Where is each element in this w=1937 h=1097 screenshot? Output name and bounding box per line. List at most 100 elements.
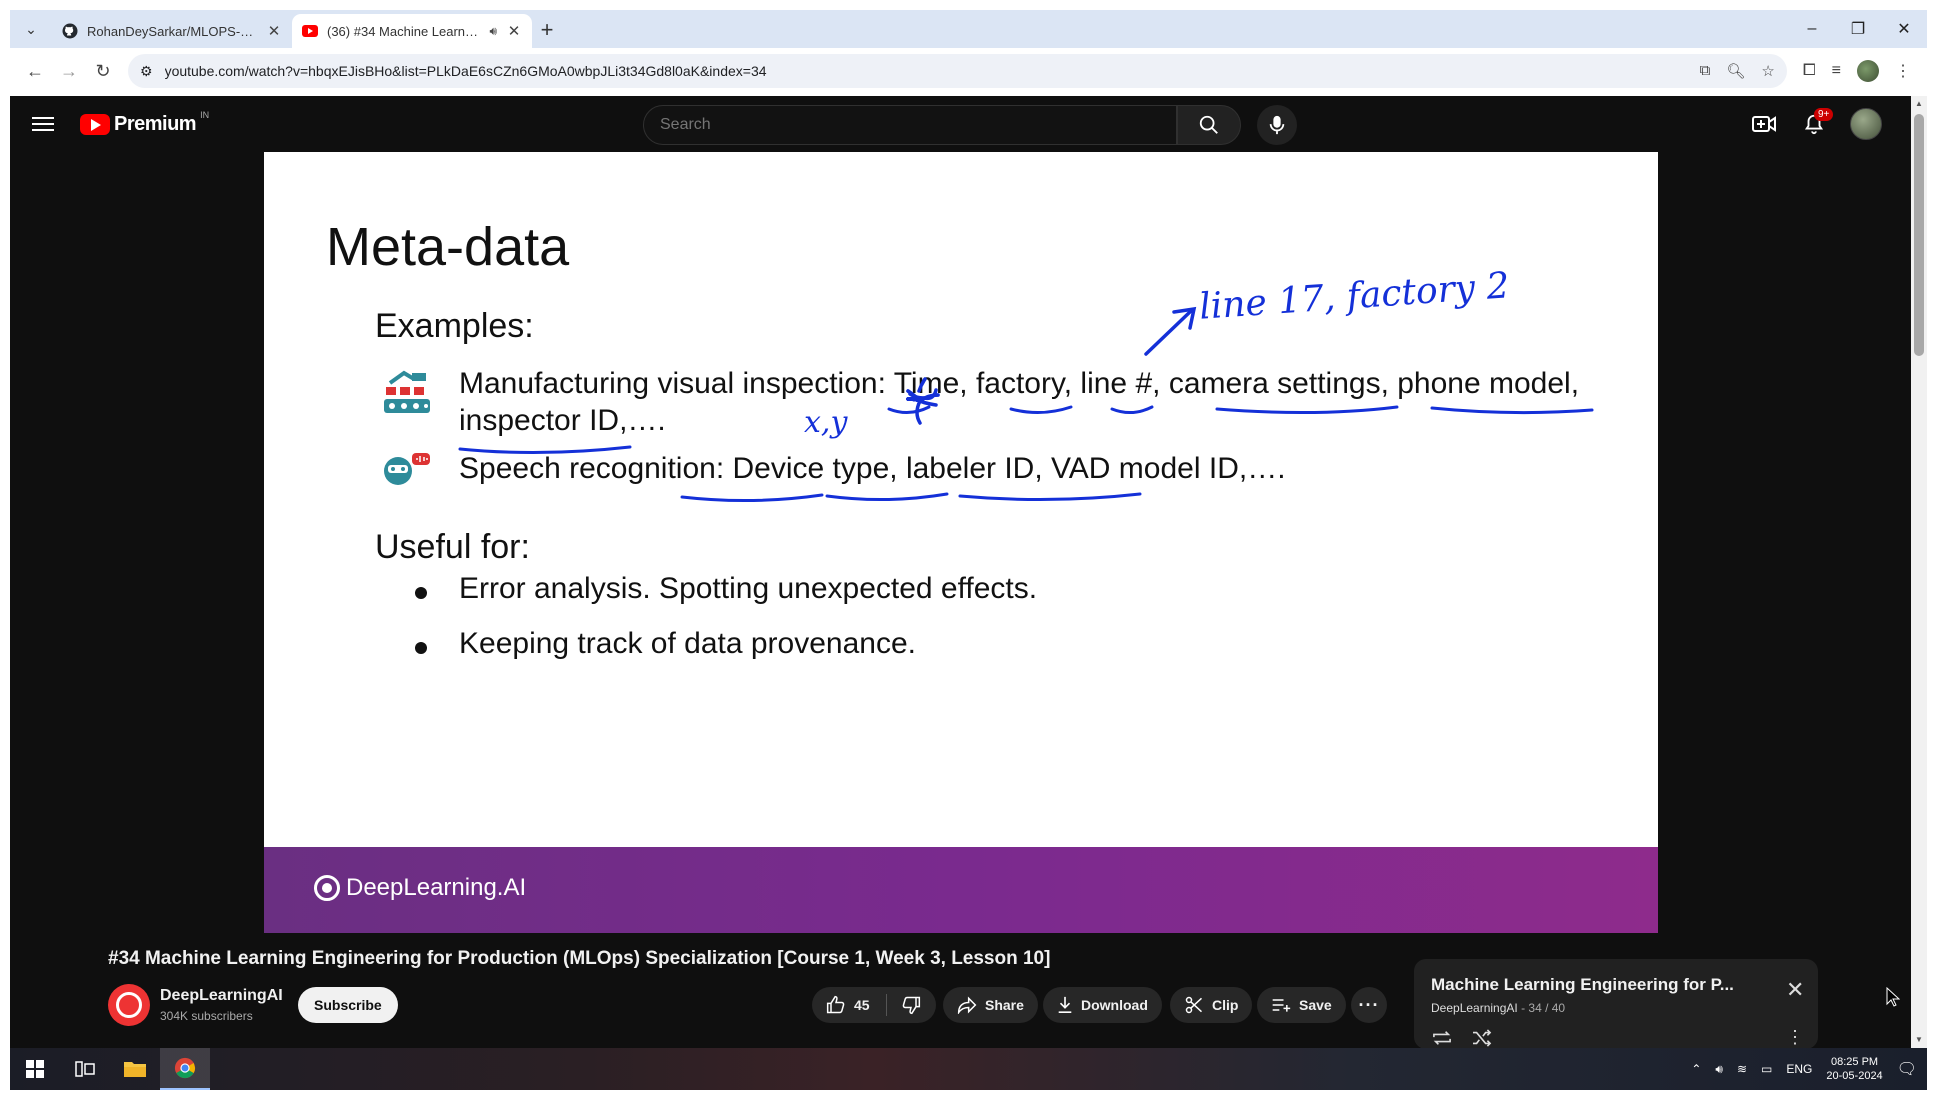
voice-search-button[interactable] <box>1257 105 1297 145</box>
more-actions-button[interactable]: ··· <box>1351 987 1387 1023</box>
ink-stroke <box>915 399 922 425</box>
thumbs-down-icon[interactable] <box>901 995 921 1015</box>
underline-factory <box>1009 405 1073 414</box>
tab-youtube[interactable]: (36) #34 Machine Learning 🔊︎ ✕ <box>292 14 532 48</box>
minimize-icon[interactable]: – <box>1789 20 1835 38</box>
download-label: Download <box>1081 997 1148 1013</box>
youtube-icon <box>302 23 318 39</box>
subscribe-button[interactable]: Subscribe <box>298 987 398 1023</box>
create-button[interactable] <box>1750 110 1778 138</box>
wifi-icon[interactable]: ≋ <box>1737 1062 1747 1076</box>
account-avatar[interactable] <box>1850 108 1882 140</box>
back-button[interactable]: ← <box>18 54 52 88</box>
deeplearning-ai-mark-icon <box>314 875 340 901</box>
bookmark-star-icon[interactable]: ☆ <box>1761 62 1774 80</box>
battery-icon[interactable]: ▭ <box>1761 1062 1772 1076</box>
bullet-item: Error analysis. Spotting unexpected effe… <box>459 572 1038 605</box>
chrome-taskbar-button[interactable] <box>160 1048 210 1090</box>
arrow-left-icon: ← <box>26 60 44 81</box>
extensions-icon[interactable]: ⧠ <box>1803 62 1816 80</box>
taskbar-clock[interactable]: 08:25 PM 20-05-2024 <box>1826 1055 1882 1083</box>
clock-date: 20-05-2024 <box>1826 1070 1883 1082</box>
factory-robot-icon <box>384 370 430 413</box>
profile-avatar[interactable] <box>1857 60 1879 82</box>
site-info-icon[interactable]: ⚙ <box>140 63 153 80</box>
bullet-dot <box>415 587 427 599</box>
scroll-down-arrow-icon[interactable]: ▼ <box>1911 1032 1927 1048</box>
footer-brand-text: DeepLearning.AI <box>346 874 527 901</box>
channel-name[interactable]: DeepLearningAI <box>160 987 283 1005</box>
file-explorer-button[interactable] <box>110 1048 160 1090</box>
search-input[interactable] <box>660 116 1176 134</box>
share-button[interactable]: Share <box>943 987 1038 1023</box>
scroll-up-arrow-icon[interactable]: ▲ <box>1911 96 1927 112</box>
video-player[interactable]: Meta-data Examples: Manufacturing visual… <box>264 152 1658 933</box>
underline-device-type <box>680 493 824 503</box>
playlist-title[interactable]: Machine Learning Engineering for P... <box>1431 975 1734 995</box>
download-button[interactable]: Download <box>1043 987 1162 1023</box>
browser-menu-icon[interactable]: ⋮ <box>1895 61 1911 81</box>
chrome-icon <box>174 1057 196 1079</box>
channel-avatar[interactable] <box>108 984 150 1026</box>
thumbs-up-icon[interactable] <box>826 995 846 1015</box>
tab-search-button[interactable]: ⌄ <box>14 14 48 44</box>
video-title: #34 Machine Learning Engineering for Pro… <box>108 948 1051 969</box>
install-app-icon[interactable]: ⧉ <box>1700 62 1711 80</box>
underline-camera-settings <box>1215 405 1399 415</box>
screen: ⌄ RohanDeySarkar/MLOPS-Notes ✕ (36) #34 … <box>0 0 1937 1097</box>
url-text: youtube.com/watch?v=hbqxEJisBHo&list=PLk… <box>164 63 767 79</box>
close-tab-icon[interactable]: ✕ <box>266 22 282 40</box>
page-scrollbar[interactable]: ▲ ▼ <box>1911 96 1927 1048</box>
browser-tab-strip: ⌄ RohanDeySarkar/MLOPS-Notes ✕ (36) #34 … <box>10 10 1927 48</box>
restore-icon[interactable]: ❐ <box>1835 19 1881 39</box>
chevron-up-icon[interactable]: ⌃ <box>1691 1062 1701 1076</box>
underline-vad-model-id <box>958 492 1142 502</box>
address-bar[interactable]: ⚙ youtube.com/watch?v=hbqxEJisBHo&list=P… <box>128 54 1787 88</box>
close-tab-icon[interactable]: ✕ <box>506 22 522 40</box>
plus-icon: + <box>540 17 554 42</box>
youtube-logo[interactable]: Premium IN <box>80 109 210 136</box>
shuffle-icon[interactable] <box>1471 1029 1493 1047</box>
slide-footer: DeepLearning.AI <box>264 847 1658 933</box>
menu-icon[interactable] <box>32 113 54 135</box>
search-button[interactable] <box>1177 105 1241 145</box>
tab-github[interactable]: RohanDeySarkar/MLOPS-Notes ✕ <box>52 14 292 48</box>
playlist-position: 34 / 40 <box>1528 1001 1566 1015</box>
scrollbar-thumb[interactable] <box>1914 114 1924 356</box>
notification-center-icon[interactable]: 🗨︎ <box>1897 1059 1917 1079</box>
new-tab-button[interactable]: + <box>532 15 562 45</box>
reload-button[interactable]: ↻ <box>86 54 120 88</box>
folder-icon <box>124 1062 146 1077</box>
window-controls: – ❐ ✕ <box>1789 10 1927 48</box>
playlist-channel[interactable]: DeepLearningAI <box>1431 1001 1518 1015</box>
playlist-meta: DeepLearningAI - 34 / 40 <box>1431 1001 1566 1015</box>
meta-item: factory <box>975 367 1064 400</box>
start-button[interactable] <box>10 1048 60 1090</box>
meta-item: VAD model ID,…. <box>1051 452 1286 485</box>
task-view-icon <box>75 1061 95 1077</box>
like-dislike-group: 45 <box>812 987 936 1023</box>
input-language[interactable]: ENG <box>1786 1062 1812 1076</box>
volume-icon[interactable]: 🔊︎ <box>1715 1062 1723 1077</box>
notifications-button[interactable]: 9+ <box>1800 108 1834 138</box>
arrow-right-icon: → <box>60 60 78 81</box>
playlist-panel[interactable]: Machine Learning Engineering for P... De… <box>1414 959 1818 1049</box>
close-window-icon[interactable]: ✕ <box>1881 19 1927 39</box>
playlist-more-icon[interactable]: ⋮ <box>1786 1027 1804 1048</box>
meta-item: line # <box>1080 367 1153 400</box>
windows-taskbar: ⌃ 🔊︎ ≋ ▭ ENG 08:25 PM 20-05-2024 🗨︎ <box>10 1048 1927 1090</box>
manufacturing-line-2: inspector ID,…. <box>459 404 666 437</box>
speaker-icon[interactable]: 🔊︎ <box>489 24 497 39</box>
forward-button[interactable]: → <box>52 54 86 88</box>
country-code: IN <box>200 109 210 120</box>
task-view-button[interactable] <box>60 1048 110 1090</box>
save-button[interactable]: Save <box>1257 987 1346 1023</box>
media-controls-icon[interactable]: ≡ <box>1832 62 1841 80</box>
close-playlist-icon[interactable]: ✕ <box>1786 977 1804 1003</box>
loop-icon[interactable] <box>1431 1029 1453 1047</box>
like-count[interactable]: 45 <box>854 997 870 1013</box>
scissors-icon <box>1185 996 1203 1014</box>
zoom-icon[interactable]: 🔍︎ <box>1726 62 1745 80</box>
create-video-icon <box>1752 116 1776 132</box>
clip-button[interactable]: Clip <box>1170 987 1253 1023</box>
